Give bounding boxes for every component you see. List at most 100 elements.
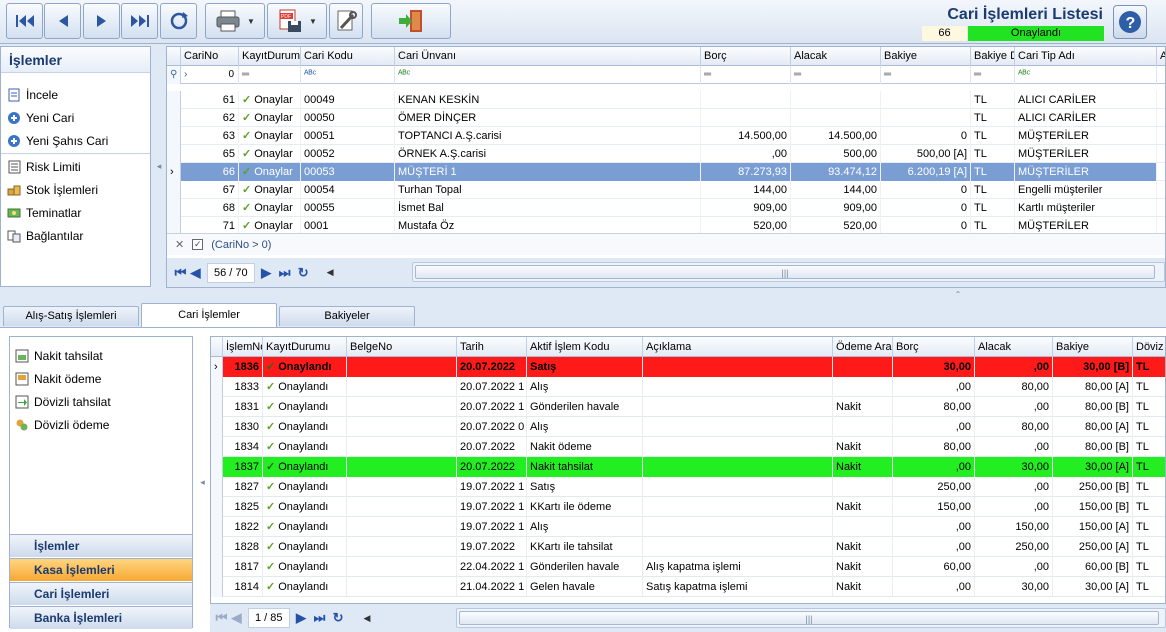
table-row[interactable]: 1831 ✓ Onaylandı 20.07.2022 1 Gönderilen hav… <box>211 397 1165 417</box>
action-cash-payment[interactable]: Nakit ödeme <box>15 369 101 389</box>
column-header[interactable]: Borç <box>893 337 975 357</box>
print-button[interactable]: ▼ <box>205 3 265 39</box>
scrollbar-thumb[interactable]: ||| <box>415 265 1155 279</box>
action-new-account[interactable]: Yeni Cari <box>7 108 74 128</box>
table-row[interactable]: 1834 ✓ Onaylandı 20.07.2022 Nakit ödeme Nakit… <box>211 437 1165 457</box>
filter-cell[interactable]: ᴬᴮᶜ <box>395 66 701 84</box>
table-row[interactable]: 1837 ✓ Onaylandı 20.07.2022 Nakit tahsilat Na… <box>211 457 1165 477</box>
column-header[interactable]: Alacak <box>975 337 1053 357</box>
clear-filter-icon[interactable]: ✕ <box>175 238 184 251</box>
panel-splitter[interactable]: ◂ <box>196 336 209 628</box>
nav-group-operations[interactable]: İşlemler <box>10 534 192 557</box>
tab-buy-sell[interactable]: Alış-Satış İşlemleri <box>3 306 139 326</box>
column-header[interactable]: KayıtDurumu <box>239 47 301 66</box>
column-header[interactable]: CariNo <box>181 47 239 66</box>
scrollbar-thumb[interactable]: ||| <box>459 611 1159 625</box>
column-header[interactable]: BelgeNo <box>347 337 457 357</box>
nav-next-icon[interactable]: ▶ <box>294 610 309 626</box>
filter-cell[interactable]: ═ <box>791 66 881 84</box>
column-header[interactable]: Tarih <box>457 337 527 357</box>
nav-refresh-icon[interactable]: ↻ <box>296 265 311 281</box>
table-row[interactable]: 62 ✓ Onaylar 00050 ÖMER DİNÇER TL ALICI CARİLE… <box>167 109 1165 127</box>
scroll-left-icon[interactable]: ◀ <box>364 613 371 624</box>
filter-cell[interactable]: ═ <box>701 66 791 84</box>
action-stock-transactions[interactable]: Stok İşlemleri <box>7 180 98 200</box>
filter-cell[interactable]: ═ <box>971 66 1015 84</box>
table-row[interactable]: 1822 ✓ Onaylandı 19.07.2022 1 Alış ,00 150,00 1… <box>211 517 1165 537</box>
nav-last-icon[interactable]: ⏭ <box>309 610 331 626</box>
nav-prev-icon[interactable]: ◀ <box>188 265 203 281</box>
panel-splitter[interactable]: ◂ <box>152 46 166 287</box>
action-fx-payment[interactable]: Dövizli ödeme <box>15 415 109 435</box>
column-header[interactable]: Açıklama <box>643 337 833 357</box>
filter-cell[interactable]: ═ <box>881 66 971 84</box>
nav-first-icon[interactable]: ⏮ <box>173 265 188 281</box>
column-header[interactable]: Aktif İşlem Kodu <box>527 337 643 357</box>
table-row[interactable]: 63 ✓ Onaylar 00051 TOPTANCI A.Ş.carisi 14.500… <box>167 127 1165 145</box>
table-row[interactable]: 67 ✓ Onaylar 00054 Turhan Topal 144,00 144,00 0… <box>167 181 1165 199</box>
nav-group-cash[interactable]: Kasa İşlemleri <box>10 558 192 581</box>
tab-account-transactions[interactable]: Cari İşlemler <box>141 303 277 328</box>
filter-enabled-checkbox[interactable]: ✓ <box>192 239 204 250</box>
column-header[interactable]: Al <box>1157 47 1165 66</box>
table-row[interactable]: 1828 ✓ Onaylandı 19.07.2022 KKartı ile tahsi… <box>211 537 1165 557</box>
nav-next-icon[interactable]: ▶ <box>259 265 274 281</box>
table-row[interactable]: 1827 ✓ Onaylandı 19.07.2022 1 Satış 250,00,00… <box>211 477 1165 497</box>
action-connections[interactable]: Bağlantılar <box>7 226 83 246</box>
horizontal-scrollbar[interactable]: ||| <box>456 608 1166 628</box>
table-row[interactable]: 1833 ✓ Onaylandı 20.07.2022 1 Alış ,00 80,00 80… <box>211 377 1165 397</box>
next-record-button[interactable] <box>83 3 120 39</box>
column-header[interactable]: Cari Kodu <box>301 47 395 66</box>
column-header[interactable]: Borç <box>701 47 791 66</box>
filter-cell[interactable]: ᴬᴮᶜ <box>1015 66 1157 84</box>
exit-button[interactable] <box>371 3 451 39</box>
table-row[interactable]: › 1836 ✓ Onaylandı 20.07.2022 Satış 30,00,00 30… <box>211 357 1165 377</box>
filter-cell[interactable]: ᴬᴮᶜ <box>301 66 395 84</box>
action-risk-limit[interactable]: Risk Limiti <box>7 157 81 177</box>
table-row[interactable]: 61 ✓ Onaylar 00049 KENAN KESKİN TL ALICI CARİL… <box>167 91 1165 109</box>
table-row[interactable]: 1825 ✓ Onaylandı 19.07.2022 1 KKartı ile öde… <box>211 497 1165 517</box>
nav-last-icon[interactable]: ⏭ <box>274 265 296 281</box>
table-row[interactable]: 1814 ✓ Onaylandı 21.04.2022 1 Gelen havale Sa… <box>211 577 1165 597</box>
column-header[interactable]: KayıtDurumu <box>263 337 347 357</box>
nav-group-bank[interactable]: Banka İşlemleri <box>10 606 192 629</box>
table-row[interactable]: 68 ✓ Onaylar 00055 İsmet Bal 909,00 909,00 0 TL K… <box>167 199 1165 217</box>
last-record-button[interactable] <box>121 3 158 39</box>
action-cash-collection[interactable]: Nakit tahsilat <box>15 346 103 366</box>
column-header[interactable]: Bakiye <box>1053 337 1133 357</box>
column-header[interactable]: Döviz <box>1133 337 1165 357</box>
nav-prev-icon[interactable]: ◀ <box>229 610 244 626</box>
action-incele[interactable]: İncele <box>7 85 58 105</box>
help-button[interactable]: ? <box>1113 5 1147 39</box>
table-row[interactable]: › 66 ✓ Onaylar 00053 MÜŞTERİ 1 87.273,93 93.474… <box>167 163 1165 181</box>
action-new-person-account[interactable]: Yeni Şahıs Cari <box>7 131 108 151</box>
column-header[interactable]: Bakiye D <box>971 47 1015 66</box>
filter-row[interactable]: ⚲ › 0 ═ ᴬᴮᶜ ᴬᴮᶜ ═ ═ ═ ═ ᴬᴮᶜ <box>167 66 1165 84</box>
settings-button[interactable] <box>329 3 363 39</box>
nav-first-icon[interactable]: ⏮ <box>214 610 229 626</box>
previous-record-button[interactable] <box>44 3 81 39</box>
splitter-grip[interactable]: ⌃ <box>948 290 968 299</box>
table-row[interactable]: 65 ✓ Onaylar 00052 ÖRNEK A.Ş.carisi ,00 500,00… <box>167 145 1165 163</box>
action-fx-collection[interactable]: Dövizli tahsilat <box>15 392 111 412</box>
filter-expression[interactable]: (CariNo > 0) <box>211 239 271 251</box>
column-header[interactable]: Alacak <box>791 47 881 66</box>
column-header[interactable]: Cari Ünvanı <box>395 47 701 66</box>
column-header[interactable]: İşlemNo <box>223 337 263 357</box>
filter-cell[interactable]: ═ <box>239 66 301 84</box>
action-guarantees[interactable]: Teminatlar <box>7 203 81 223</box>
tab-balances[interactable]: Bakiyeler <box>279 306 415 326</box>
filter-cell-carino[interactable]: › 0 <box>181 66 239 84</box>
scroll-left-icon[interactable]: ◀ <box>327 267 334 278</box>
nav-refresh-icon[interactable]: ↻ <box>331 610 346 626</box>
table-row[interactable]: 1830 ✓ Onaylandı 20.07.2022 0 Alış ,00 80,00 80… <box>211 417 1165 437</box>
horizontal-scrollbar[interactable]: ||| <box>412 262 1165 282</box>
refresh-button[interactable] <box>160 3 197 39</box>
nav-group-account[interactable]: Cari İşlemleri <box>10 582 192 605</box>
export-pdf-button[interactable]: PDF ▼ <box>267 3 327 39</box>
column-header[interactable]: Bakiye <box>881 47 971 66</box>
table-row[interactable]: 1817 ✓ Onaylandı 22.04.2022 1 Gönderilen hav… <box>211 557 1165 577</box>
column-header[interactable]: Cari Tip Adı <box>1015 47 1157 66</box>
first-record-button[interactable] <box>6 3 43 39</box>
column-header[interactable]: Ödeme Ara <box>833 337 893 357</box>
